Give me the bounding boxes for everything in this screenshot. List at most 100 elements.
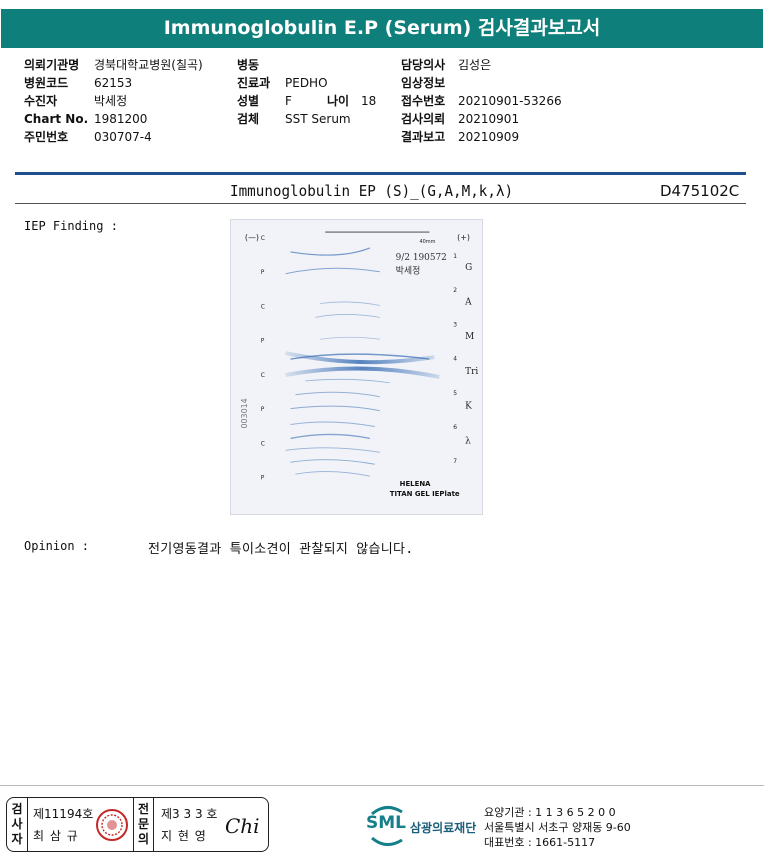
gel-svg: (—) (+) 40mm 9/2 190572 박세정 003014 CPCPC… xyxy=(240,231,478,498)
arc xyxy=(320,336,380,340)
side-number: 003014 xyxy=(240,398,249,428)
note-name: 박세정 xyxy=(396,266,421,277)
examinee-value: 박세정 xyxy=(94,94,128,108)
right-antiserum-labels: G A M Tri Kλ xyxy=(464,263,478,447)
right-lane-numbers: 1 2 3 4 5 6 7 xyxy=(453,253,457,465)
info-column-2: 병동 진료과 PEDHO 성별 F 나이 18 검체 SST Serum xyxy=(237,56,376,128)
receipt-no-value: 20210901-53266 xyxy=(458,94,562,108)
test-name: Immunoglobulin EP (S)_(G,A,M,k,λ) xyxy=(230,182,514,200)
polarity-negative: (—) xyxy=(245,233,259,242)
department-label: 진료과 xyxy=(237,76,271,90)
examinee-label: 수진자 xyxy=(24,94,58,108)
antiserum-label: G xyxy=(465,263,472,273)
arc xyxy=(315,314,380,318)
lane-number: 7 xyxy=(453,458,457,465)
examiner-label: 검사자 xyxy=(7,798,28,851)
lane-number: 4 xyxy=(453,356,457,363)
lab-phone: 대표번호 : 1661-5117 xyxy=(484,836,596,849)
reported-label: 결과보고 xyxy=(401,130,446,144)
specimen-value: SST Serum xyxy=(285,112,351,126)
lane-number: 5 xyxy=(453,390,457,397)
well-mark: C xyxy=(261,303,265,310)
well-mark: P xyxy=(261,406,265,413)
test-code: D475102C xyxy=(660,182,740,200)
examiner-license: 제11194호 xyxy=(33,807,94,821)
info-column-1: 의뢰기관명 경북대학교병원(칠곡) 병원코드 62153 수진자 박세정 Chart … xyxy=(24,56,203,146)
antiserum-label: M xyxy=(465,332,474,342)
specialist-license: 제3 3 3 호 xyxy=(161,807,218,821)
ward-label: 병동 xyxy=(237,58,260,72)
requested-value: 20210901 xyxy=(458,112,520,126)
specialist-label: 전문의 xyxy=(133,798,154,851)
care-institution: 요양기관 : 1 1 3 6 5 2 0 0 xyxy=(484,806,616,819)
gel-product: TITAN GEL IEPlate xyxy=(390,490,460,498)
arc xyxy=(285,447,380,453)
arc xyxy=(290,433,371,440)
sml-logo-text: SML xyxy=(366,813,406,833)
doctor-value: 김성은 xyxy=(458,58,492,72)
footer-divider xyxy=(0,785,764,786)
institution-value: 경북대학교병원(칠곡) xyxy=(94,58,203,72)
doctor-label: 담당의사 xyxy=(401,58,446,72)
org-name: 삼광의료재단 xyxy=(410,821,477,835)
examiner-label-text: 검사자 xyxy=(11,802,23,846)
arc xyxy=(295,391,380,398)
hospital-code-value: 62153 xyxy=(94,76,133,90)
antiserum-label: λ xyxy=(465,436,471,446)
clinical-info-label: 임상정보 xyxy=(401,76,446,90)
age-value: 18 xyxy=(361,94,377,108)
iep-gel-image: (—) (+) 40mm 9/2 190572 박세정 003014 CPCPC… xyxy=(230,219,483,515)
resident-no-value: 030707-4 xyxy=(94,130,152,144)
lab-address: 서울특별시 서초구 양재동 9-60 xyxy=(484,821,631,834)
institution-label: 의뢰기관명 xyxy=(24,58,80,72)
report-title: Immunoglobulin E.P (Serum) 검사결과보고서 xyxy=(1,9,763,48)
specialist-signature: Chi xyxy=(225,814,260,838)
receipt-no-label: 접수번호 xyxy=(401,94,446,108)
resident-no-label: 주민번호 xyxy=(24,130,69,144)
note-date: 9/2 190572 xyxy=(396,253,447,263)
info-column-3: 담당의사 김성은 임상정보 접수번호 20210901-53266 검사의뢰 2021… xyxy=(401,56,562,146)
arc xyxy=(290,459,375,465)
lane-number: 2 xyxy=(453,287,457,294)
opinion-text: 전기영동결과 특이소견이 관찰되지 않습니다. xyxy=(148,542,414,557)
specimen-label: 검체 xyxy=(237,112,260,126)
well-mark: C xyxy=(261,372,265,379)
examiner-seal xyxy=(96,809,128,841)
arc xyxy=(285,267,380,275)
polarity-positive: (+) xyxy=(457,233,470,242)
chart-no-value: 1981200 xyxy=(94,112,148,126)
well-mark: P xyxy=(261,338,265,345)
well-mark: C xyxy=(261,440,265,447)
iep-finding-label: IEP Finding : xyxy=(24,219,118,233)
left-well-marks: C P C P C P C P xyxy=(261,235,265,482)
chart-no-label: Chart No. xyxy=(24,112,89,126)
lane-number: 1 xyxy=(453,253,457,260)
arc xyxy=(290,421,375,428)
signature-box: 검사자 제11194호 최 삼 규 전문의 제3 3 3 호 지 현 영 Chi xyxy=(6,797,269,852)
lane-number: 6 xyxy=(453,424,457,431)
arc xyxy=(320,301,380,306)
sex-label: 성별 xyxy=(237,94,260,108)
antiserum-label: K xyxy=(465,402,472,412)
hospital-code-label: 병원코드 xyxy=(24,76,69,90)
sex-value: F xyxy=(285,94,292,108)
arc xyxy=(305,378,390,384)
age-label: 나이 xyxy=(327,94,350,108)
opinion-label: Opinion : xyxy=(24,539,90,553)
well-mark: P xyxy=(261,475,265,482)
antiserum-label: A xyxy=(464,297,472,307)
scale-label: 40mm xyxy=(419,239,435,245)
section-divider-thick xyxy=(15,172,746,175)
department-value: PEDHO xyxy=(285,76,328,90)
specialist-name: 지 현 영 xyxy=(161,829,207,843)
examiner-name: 최 삼 규 xyxy=(33,829,79,843)
lab-info: 요양기관 : 1 1 3 6 5 2 0 0 서울특별시 서초구 양재동 9-6… xyxy=(484,805,631,850)
well-mark: P xyxy=(261,269,265,276)
gel-brand: HELENA xyxy=(400,480,432,488)
arc xyxy=(295,471,370,477)
well-mark: C xyxy=(261,235,265,242)
arc xyxy=(290,247,371,256)
precipitin-arcs xyxy=(285,247,440,477)
requested-label: 검사의뢰 xyxy=(401,112,446,126)
arc xyxy=(290,405,380,412)
